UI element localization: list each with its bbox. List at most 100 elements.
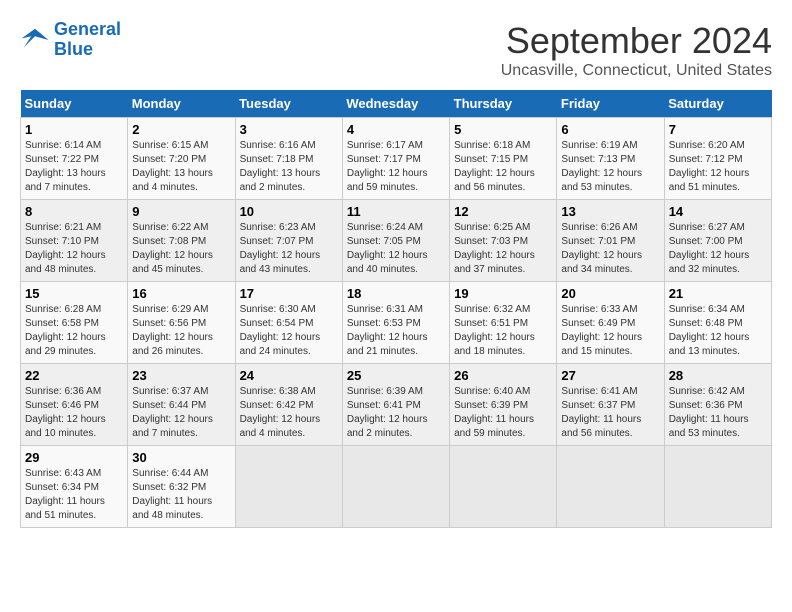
day-info: Sunrise: 6:34 AM Sunset: 6:48 PM Dayligh…	[669, 303, 767, 359]
day-info: Sunrise: 6:37 AM Sunset: 6:44 PM Dayligh…	[132, 385, 230, 441]
header-sunday: Sunday	[21, 90, 128, 118]
day-number: 28	[669, 368, 767, 383]
day-info: Sunrise: 6:18 AM Sunset: 7:15 PM Dayligh…	[454, 139, 552, 195]
day-info: Sunrise: 6:29 AM Sunset: 6:56 PM Dayligh…	[132, 303, 230, 359]
day-number: 14	[669, 204, 767, 219]
day-info: Sunrise: 6:40 AM Sunset: 6:39 PM Dayligh…	[454, 385, 552, 441]
calendar-cell: 24Sunrise: 6:38 AM Sunset: 6:42 PM Dayli…	[235, 364, 342, 446]
day-info: Sunrise: 6:16 AM Sunset: 7:18 PM Dayligh…	[240, 139, 338, 195]
calendar-cell: 5 Sunrise: 6:18 AM Sunset: 7:15 PM Daylig…	[450, 118, 557, 200]
day-number: 16	[132, 286, 230, 301]
location-title: Uncasville, Connecticut, United States	[501, 62, 772, 80]
day-number: 11	[347, 204, 445, 219]
calendar-cell	[664, 446, 771, 528]
calendar-cell: 25Sunrise: 6:39 AM Sunset: 6:41 PM Dayli…	[342, 364, 449, 446]
calendar-cell: 15Sunrise: 6:28 AM Sunset: 6:58 PM Dayli…	[21, 282, 128, 364]
day-number: 12	[454, 204, 552, 219]
calendar-header: Sunday Monday Tuesday Wednesday Thursday…	[21, 90, 772, 118]
calendar-cell: 14 Sunrise: 6:27 AM Sunset: 7:00 PM Dayli…	[664, 200, 771, 282]
day-info: Sunrise: 6:30 AM Sunset: 6:54 PM Dayligh…	[240, 303, 338, 359]
day-number: 22	[25, 368, 123, 383]
calendar-cell	[342, 446, 449, 528]
calendar-cell	[235, 446, 342, 528]
header-thursday: Thursday	[450, 90, 557, 118]
day-info: Sunrise: 6:42 AM Sunset: 6:36 PM Dayligh…	[669, 385, 767, 441]
day-number: 25	[347, 368, 445, 383]
day-info: Sunrise: 6:20 AM Sunset: 7:12 PM Dayligh…	[669, 139, 767, 195]
day-info: Sunrise: 6:27 AM Sunset: 7:00 PM Dayligh…	[669, 221, 767, 277]
calendar-week-2: 8Sunrise: 6:21 AM Sunset: 7:10 PM Daylig…	[21, 200, 772, 282]
day-info: Sunrise: 6:33 AM Sunset: 6:49 PM Dayligh…	[561, 303, 659, 359]
calendar-cell: 23 Sunrise: 6:37 AM Sunset: 6:44 PM Dayli…	[128, 364, 235, 446]
calendar-week-5: 29Sunrise: 6:43 AM Sunset: 6:34 PM Dayli…	[21, 446, 772, 528]
calendar-cell: 27 Sunrise: 6:41 AM Sunset: 6:37 PM Dayli…	[557, 364, 664, 446]
day-number: 20	[561, 286, 659, 301]
header-wednesday: Wednesday	[342, 90, 449, 118]
calendar-cell: 7 Sunrise: 6:20 AM Sunset: 7:12 PM Daylig…	[664, 118, 771, 200]
calendar-cell: 9 Sunrise: 6:22 AM Sunset: 7:08 PM Daylig…	[128, 200, 235, 282]
day-info: Sunrise: 6:24 AM Sunset: 7:05 PM Dayligh…	[347, 221, 445, 277]
day-info: Sunrise: 6:28 AM Sunset: 6:58 PM Dayligh…	[25, 303, 123, 359]
day-number: 8	[25, 204, 123, 219]
day-number: 30	[132, 450, 230, 465]
calendar-cell: 19Sunrise: 6:32 AM Sunset: 6:51 PM Dayli…	[450, 282, 557, 364]
calendar-cell: 21 Sunrise: 6:34 AM Sunset: 6:48 PM Dayli…	[664, 282, 771, 364]
header-monday: Monday	[128, 90, 235, 118]
day-info: Sunrise: 6:41 AM Sunset: 6:37 PM Dayligh…	[561, 385, 659, 441]
day-info: Sunrise: 6:32 AM Sunset: 6:51 PM Dayligh…	[454, 303, 552, 359]
calendar-cell: 22 Sunrise: 6:36 AM Sunset: 6:46 PM Dayli…	[21, 364, 128, 446]
calendar-week-4: 22 Sunrise: 6:36 AM Sunset: 6:46 PM Dayli…	[21, 364, 772, 446]
title-section: September 2024 Uncasville, Connecticut, …	[501, 20, 772, 80]
day-number: 6	[561, 122, 659, 137]
month-title: September 2024	[501, 20, 772, 62]
day-info: Sunrise: 6:38 AM Sunset: 6:42 PM Dayligh…	[240, 385, 338, 441]
day-info: Sunrise: 6:25 AM Sunset: 7:03 PM Dayligh…	[454, 221, 552, 277]
day-number: 13	[561, 204, 659, 219]
header: General Blue September 2024 Uncasville, …	[20, 20, 772, 80]
calendar-cell	[557, 446, 664, 528]
calendar-cell: 12 Sunrise: 6:25 AM Sunset: 7:03 PM Dayli…	[450, 200, 557, 282]
calendar-cell: 6 Sunrise: 6:19 AM Sunset: 7:13 PM Daylig…	[557, 118, 664, 200]
logo-icon	[20, 25, 50, 55]
day-number: 21	[669, 286, 767, 301]
calendar-cell: 2 Sunrise: 6:15 AM Sunset: 7:20 PM Daylig…	[128, 118, 235, 200]
day-info: Sunrise: 6:14 AM Sunset: 7:22 PM Dayligh…	[25, 139, 123, 195]
day-number: 27	[561, 368, 659, 383]
calendar-cell	[450, 446, 557, 528]
calendar-body: 1 Sunrise: 6:14 AM Sunset: 7:22 PM Daylig…	[21, 118, 772, 528]
day-number: 7	[669, 122, 767, 137]
day-info: Sunrise: 6:15 AM Sunset: 7:20 PM Dayligh…	[132, 139, 230, 195]
header-friday: Friday	[557, 90, 664, 118]
header-tuesday: Tuesday	[235, 90, 342, 118]
day-info: Sunrise: 6:36 AM Sunset: 6:46 PM Dayligh…	[25, 385, 123, 441]
day-number: 4	[347, 122, 445, 137]
day-number: 9	[132, 204, 230, 219]
calendar-cell: 30Sunrise: 6:44 AM Sunset: 6:32 PM Dayli…	[128, 446, 235, 528]
day-number: 2	[132, 122, 230, 137]
header-row: Sunday Monday Tuesday Wednesday Thursday…	[21, 90, 772, 118]
calendar-cell: 13Sunrise: 6:26 AM Sunset: 7:01 PM Dayli…	[557, 200, 664, 282]
day-number: 5	[454, 122, 552, 137]
calendar-cell: 20 Sunrise: 6:33 AM Sunset: 6:49 PM Dayli…	[557, 282, 664, 364]
calendar-cell: 4 Sunrise: 6:17 AM Sunset: 7:17 PM Daylig…	[342, 118, 449, 200]
calendar-week-1: 1 Sunrise: 6:14 AM Sunset: 7:22 PM Daylig…	[21, 118, 772, 200]
calendar-cell: 29Sunrise: 6:43 AM Sunset: 6:34 PM Dayli…	[21, 446, 128, 528]
day-number: 29	[25, 450, 123, 465]
day-number: 17	[240, 286, 338, 301]
day-number: 18	[347, 286, 445, 301]
calendar-cell: 8Sunrise: 6:21 AM Sunset: 7:10 PM Daylig…	[21, 200, 128, 282]
calendar-cell: 18Sunrise: 6:31 AM Sunset: 6:53 PM Dayli…	[342, 282, 449, 364]
day-number: 23	[132, 368, 230, 383]
day-number: 26	[454, 368, 552, 383]
logo: General Blue	[20, 20, 121, 60]
day-info: Sunrise: 6:17 AM Sunset: 7:17 PM Dayligh…	[347, 139, 445, 195]
calendar-cell: 16 Sunrise: 6:29 AM Sunset: 6:56 PM Dayli…	[128, 282, 235, 364]
calendar-cell: 1 Sunrise: 6:14 AM Sunset: 7:22 PM Daylig…	[21, 118, 128, 200]
day-info: Sunrise: 6:22 AM Sunset: 7:08 PM Dayligh…	[132, 221, 230, 277]
day-number: 10	[240, 204, 338, 219]
day-number: 1	[25, 122, 123, 137]
day-info: Sunrise: 6:19 AM Sunset: 7:13 PM Dayligh…	[561, 139, 659, 195]
calendar-cell: 11 Sunrise: 6:24 AM Sunset: 7:05 PM Dayli…	[342, 200, 449, 282]
logo-line2: Blue	[54, 39, 93, 59]
day-number: 3	[240, 122, 338, 137]
